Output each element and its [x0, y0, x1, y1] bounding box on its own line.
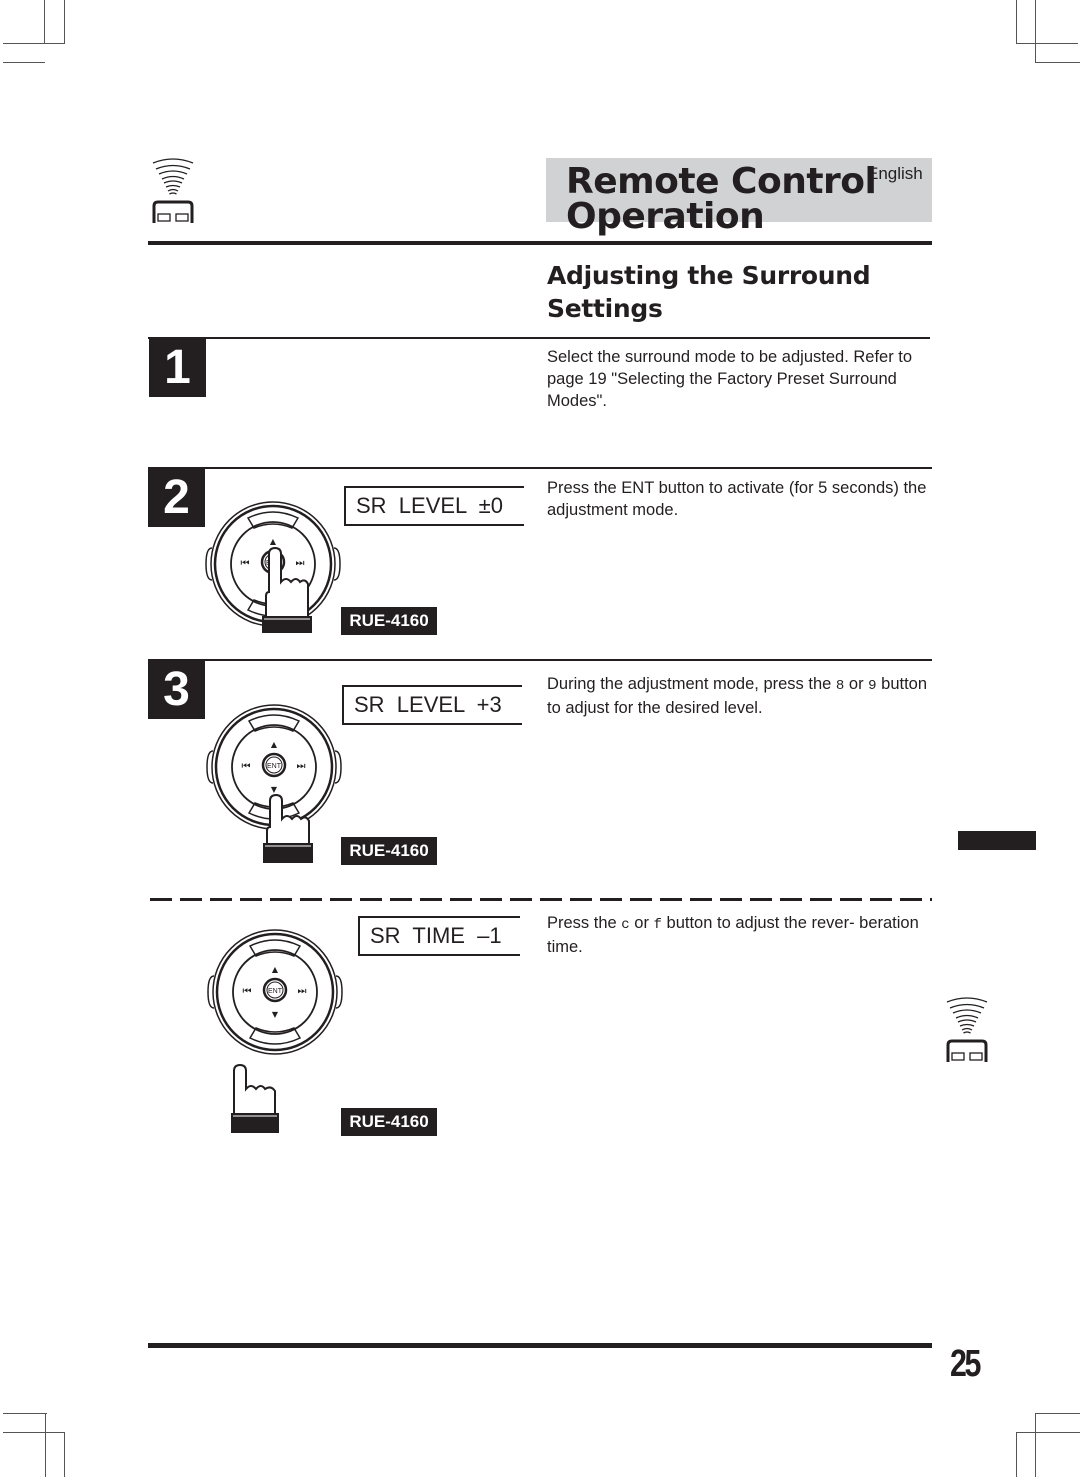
up-button[interactable]: ▲ [271, 740, 278, 749]
crop-mark [64, 0, 65, 44]
crop-mark [1016, 1432, 1017, 1477]
prev-button[interactable]: ⏮ [241, 558, 250, 569]
step-1-number: 1 [149, 339, 206, 397]
step-1-description: Select the surround mode to be adjusted.… [547, 348, 913, 410]
next-button[interactable]: ⏭ [297, 761, 306, 772]
section-title: Adjusting the Surround Settings [547, 259, 871, 325]
crop-mark [64, 1432, 65, 1477]
prev-button[interactable]: ⏮ [242, 761, 251, 772]
step-2-rule [148, 467, 932, 469]
remote-signal-icon [152, 158, 194, 223]
down-button[interactable]: ▼ [272, 1010, 279, 1019]
step-2-number: 2 [148, 469, 205, 527]
footer-rule [148, 1343, 932, 1348]
prev-button[interactable]: ⏮ [243, 986, 252, 997]
page-title-line1: Remote Control [566, 161, 877, 202]
text: or [844, 675, 869, 693]
step-3-display: SR LEVEL +3 [342, 685, 522, 725]
step-3-rule [148, 659, 932, 661]
header-rule [148, 241, 932, 245]
step-2-display: SR LEVEL ±0 [344, 486, 524, 526]
step-3-number: 3 [148, 661, 205, 719]
remote-control-pad[interactable]: ENT ▲ ▼ ⏮ ⏭ [206, 928, 344, 1056]
remote-signal-icon [946, 997, 988, 1062]
up-key-glyph: 9 [868, 678, 877, 694]
text: Press the [547, 914, 622, 932]
crop-mark [1016, 0, 1017, 44]
step-time-display: SR TIME –1 [358, 916, 520, 956]
crop-mark [1016, 43, 1078, 44]
language-label: English [867, 164, 923, 183]
crop-mark [3, 1413, 47, 1414]
step-2-model-label: RUE-4160 [341, 607, 437, 635]
up-button[interactable]: ▲ [272, 965, 279, 974]
chapter-tab-marker [958, 831, 1036, 850]
crop-mark [3, 43, 65, 44]
step-3-model-label: RUE-4160 [341, 837, 437, 865]
text: During the adjustment mode, press the [547, 675, 836, 693]
page-number: 25 [950, 1343, 981, 1385]
up-button[interactable]: ▲ [270, 537, 277, 546]
crop-mark [1035, 62, 1080, 63]
pointing-hand-icon [231, 1063, 279, 1133]
crop-mark [1016, 1432, 1080, 1433]
step-1-rule [148, 337, 930, 339]
ent-button[interactable]: ENT [267, 763, 282, 770]
section-title-line2: Settings [547, 294, 663, 323]
text: or [629, 914, 654, 932]
crop-mark [3, 62, 45, 63]
crop-mark [44, 0, 45, 44]
crop-mark [1035, 1413, 1036, 1477]
crop-mark [1035, 0, 1036, 62]
step-time-description: Press the c or f button to adjust the re… [547, 912, 937, 958]
dashed-separator [150, 898, 932, 901]
pointing-hand-icon [262, 546, 312, 633]
step-time-model-label: RUE-4160 [341, 1108, 437, 1136]
pointing-hand-icon [263, 793, 313, 863]
page-title: Remote Control Operation [566, 161, 877, 237]
down-button[interactable]: ▼ [271, 785, 278, 794]
step-3-description: During the adjustment mode, press the 8 … [547, 673, 937, 719]
next-key-glyph: f [653, 917, 662, 933]
crop-mark [45, 1413, 46, 1477]
page-title-line2: Operation [566, 196, 765, 237]
crop-mark [1035, 1413, 1080, 1414]
step-2-description: Press the ENT button to activate (for 5 … [547, 479, 927, 519]
section-title-line1: Adjusting the Surround [547, 261, 871, 290]
crop-mark [3, 1432, 65, 1433]
prev-key-glyph: c [621, 917, 630, 933]
ent-button[interactable]: ENT [268, 988, 283, 995]
next-button[interactable]: ⏭ [298, 986, 307, 997]
